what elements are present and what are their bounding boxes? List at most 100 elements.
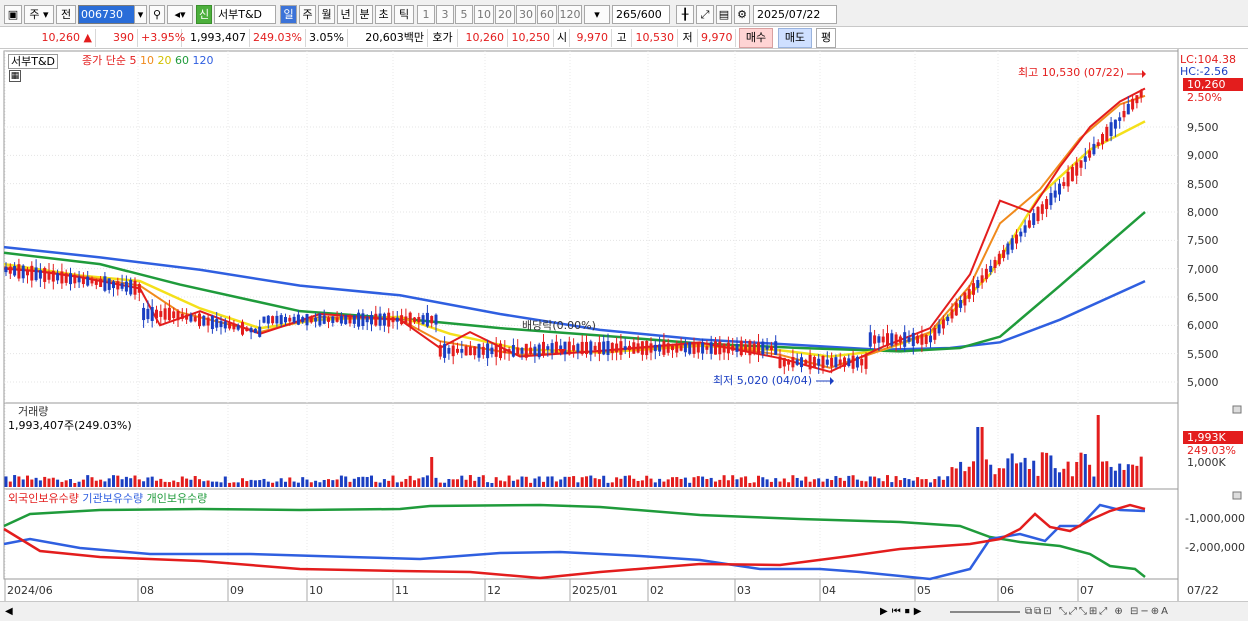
candle-body — [615, 343, 619, 353]
volume-bar — [709, 477, 713, 487]
interval-30-button[interactable]: 30 — [516, 5, 536, 24]
volume-bar — [748, 482, 752, 487]
candle-body — [941, 319, 945, 329]
count-input[interactable]: 265/600 — [612, 5, 670, 24]
average-button[interactable]: 평 — [816, 28, 836, 48]
candle-body — [69, 273, 72, 285]
candle-body — [898, 336, 902, 343]
candle-body — [920, 334, 924, 345]
volume-bar — [1096, 415, 1100, 487]
volume-bar — [701, 476, 705, 487]
candle-body — [176, 310, 180, 321]
volume-bar — [176, 482, 180, 487]
table-icon[interactable]: ▦ — [9, 70, 21, 82]
interval-20-button[interactable]: 20 — [495, 5, 515, 24]
candle-type-icon[interactable]: ╂ — [676, 5, 694, 24]
interval-5-button[interactable]: 5 — [455, 5, 473, 24]
volume-bar — [335, 479, 339, 487]
candle-body — [954, 302, 958, 316]
volume-bar — [468, 475, 472, 487]
gear-icon[interactable]: ⚙ — [734, 5, 750, 24]
candle-body — [434, 314, 438, 325]
period-minute-button[interactable]: 분 — [356, 5, 373, 24]
period-week-button[interactable]: 주 — [299, 5, 316, 24]
candle-body — [520, 347, 524, 354]
scroll-left-icon[interactable]: ◀ — [5, 605, 13, 618]
volume-bar — [352, 478, 356, 487]
volume-bar — [503, 481, 507, 487]
candle-body — [516, 347, 520, 355]
candle-body — [1053, 190, 1057, 198]
volume-bar — [198, 479, 201, 487]
volume-bar — [851, 475, 855, 487]
stock-code-input[interactable]: 006730 — [78, 5, 136, 24]
code-dropdown-icon[interactable]: ▾ — [134, 5, 147, 24]
volume-bar — [365, 476, 369, 487]
period-month-button[interactable]: 월 — [318, 5, 335, 24]
candle-body — [468, 346, 472, 356]
interval-10-button[interactable]: 10 — [474, 5, 494, 24]
volume-bar — [253, 480, 257, 487]
sell-button[interactable]: 매도 — [778, 28, 812, 48]
candle-body — [339, 315, 343, 324]
interval-120-button[interactable]: 120 — [558, 5, 582, 24]
high-price: 10,530 — [632, 29, 678, 47]
period-day-label: 일 — [283, 8, 294, 21]
candle-body — [838, 359, 842, 365]
date-input[interactable]: 2025/07/22 — [753, 5, 837, 24]
period-type-select[interactable]: 주 ▾ — [24, 5, 54, 24]
volume-tag: 1,993K — [1183, 431, 1243, 444]
interval-30-label: 30 — [519, 8, 533, 21]
candle-body — [606, 341, 610, 355]
sound-icon[interactable]: ◂▾ — [167, 5, 193, 24]
volume-bar — [812, 479, 816, 487]
candle-body — [795, 359, 799, 365]
playback-controls-icon[interactable]: ▶⏮⏹▶ — [880, 605, 925, 618]
date-label: 02 — [650, 584, 664, 597]
candle-body — [610, 342, 614, 354]
candle-body — [976, 280, 980, 288]
layout-icon[interactable]: ▣ — [4, 5, 22, 24]
volume-bar — [628, 475, 631, 487]
candle-body — [847, 358, 851, 366]
volume-bar — [636, 480, 640, 487]
tool-icons[interactable]: ⧉⧉⊡ ⤡⤢⤡⊞⤢ ⊕ ⊟−⊕A — [1025, 605, 1170, 618]
volume-bar — [81, 479, 85, 487]
save-icon[interactable]: ▤ — [716, 5, 732, 24]
candle-body — [284, 316, 287, 323]
candle-body — [937, 324, 941, 334]
volume-bar — [142, 481, 146, 487]
prev-button[interactable]: 전 — [56, 5, 76, 24]
candle-body — [292, 316, 296, 323]
date-label: 08 — [140, 584, 154, 597]
volume-bar — [129, 478, 133, 487]
candle-body — [370, 314, 373, 325]
draw-tool-icon[interactable]: ⤢ — [696, 5, 714, 24]
candle-body — [916, 335, 920, 344]
period-second-button[interactable]: 초 — [375, 5, 392, 24]
interval-3-button[interactable]: 3 — [436, 5, 454, 24]
period-year-button[interactable]: 년 — [337, 5, 354, 24]
period-tick-button[interactable]: 틱 — [394, 5, 414, 24]
candle-body — [30, 265, 34, 281]
period-day-button[interactable]: 일 — [280, 5, 297, 24]
candle-body — [679, 345, 683, 351]
chart-scrollbar[interactable]: ◀ ▶⏮⏹▶ ⧉⧉⊡ ⤡⤢⤡⊞⤢ ⊕ ⊟−⊕A — [0, 601, 1248, 621]
interval-1-button[interactable]: 1 — [417, 5, 435, 24]
buy-button[interactable]: 매수 — [739, 28, 773, 48]
candle-body — [443, 343, 447, 358]
interval-custom-select[interactable]: ▾ — [584, 5, 610, 24]
interval-60-button[interactable]: 60 — [537, 5, 557, 24]
candle-body — [1058, 183, 1061, 195]
date-label: 2024/06 — [7, 584, 53, 597]
volume-bar — [4, 476, 8, 487]
chart-area[interactable]: 서부T&D 종가 단순 5 10 20 60 120 ▦ LC:104.38 H… — [0, 49, 1248, 604]
search-icon[interactable]: ⚲ — [149, 5, 165, 24]
chart-svg — [3, 49, 1242, 601]
zoom-slider[interactable] — [950, 611, 1020, 613]
candle-body — [215, 318, 219, 328]
stock-name-field[interactable]: 서부T&D — [214, 5, 276, 24]
candle-body — [322, 315, 326, 324]
volume-bar — [937, 476, 941, 487]
volume-bar — [679, 478, 683, 487]
